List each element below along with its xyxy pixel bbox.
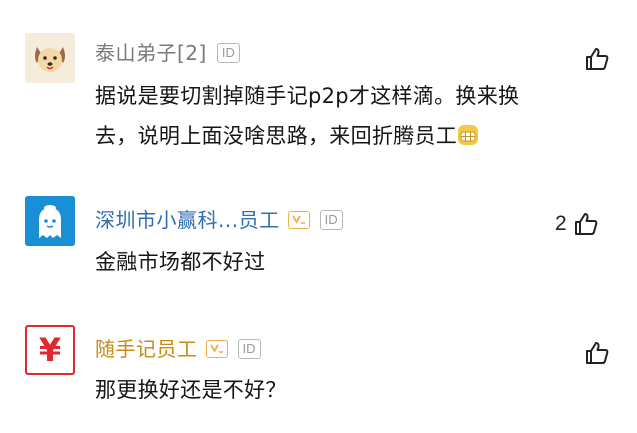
comment-text: 据说是要切割掉随手记p2p才这样滴。换来换 去，说明上面没啥思路，来回折腾员工	[95, 76, 519, 156]
username[interactable]: 深圳市小赢科...员工 ID	[95, 207, 343, 233]
like-button[interactable]	[578, 340, 610, 366]
comment-text-line: 去，说明上面没啥思路，来回折腾员工	[95, 116, 519, 156]
username[interactable]: 泰山弟子[2] ID	[95, 40, 240, 66]
thumbs-up-icon	[586, 342, 609, 364]
avatar[interactable]: ¥	[25, 325, 75, 375]
yen-logo-avatar-icon: ¥	[39, 331, 61, 369]
comment-text: 金融市场都不好过	[95, 242, 265, 282]
dog-avatar-icon	[25, 33, 75, 83]
ghost-mascot-avatar-icon	[25, 196, 75, 246]
username[interactable]: 随手记员工 ID	[95, 336, 261, 362]
v-badge-icon	[287, 211, 310, 229]
avatar[interactable]	[25, 33, 75, 83]
like-button[interactable]	[578, 46, 610, 72]
id-badge-icon: ID	[237, 339, 261, 359]
avatar[interactable]	[25, 196, 75, 246]
v-badge-icon	[205, 340, 228, 358]
username-text: 深圳市小赢科...员工	[95, 208, 280, 232]
id-badge-icon: ID	[216, 43, 240, 63]
comment-text-line: 据说是要切割掉随手记p2p才这样滴。换来换	[95, 84, 520, 108]
thumbs-up-icon	[586, 48, 609, 70]
comment-text-line: 金融市场都不好过	[95, 250, 266, 274]
id-badge-icon: ID	[319, 210, 343, 230]
comment-text: 那更换好还是不好？	[95, 370, 287, 410]
yen-symbol: ¥	[39, 331, 61, 369]
username-text: 随手记员工	[95, 337, 198, 361]
comment-text-line: 那更换好还是不好？	[95, 378, 287, 402]
like-button[interactable]: 2	[555, 211, 599, 237]
teeth-grin-emoji-icon	[458, 125, 479, 145]
comment-text-line-content: 去，说明上面没啥思路，来回折腾员工	[95, 124, 458, 148]
thumbs-up-icon	[574, 213, 598, 235]
like-count: 2	[555, 212, 567, 235]
username-text: 泰山弟子[2]	[95, 41, 207, 65]
